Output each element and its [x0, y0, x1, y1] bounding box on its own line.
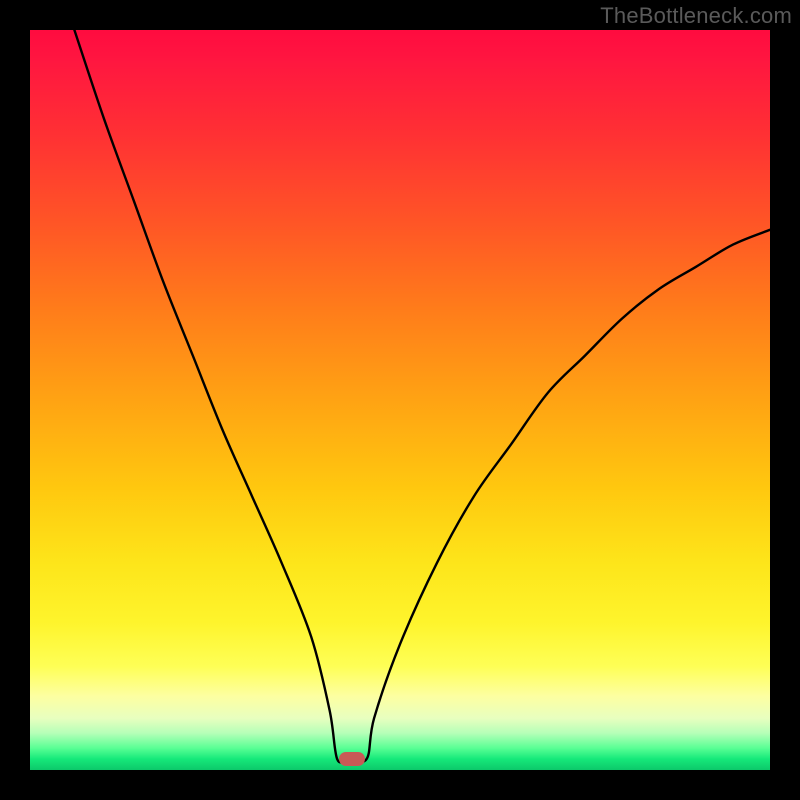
- plot-frame: [30, 30, 770, 770]
- min-marker: [339, 752, 365, 766]
- bottleneck-curve: [30, 30, 770, 770]
- watermark-text: TheBottleneck.com: [600, 3, 792, 29]
